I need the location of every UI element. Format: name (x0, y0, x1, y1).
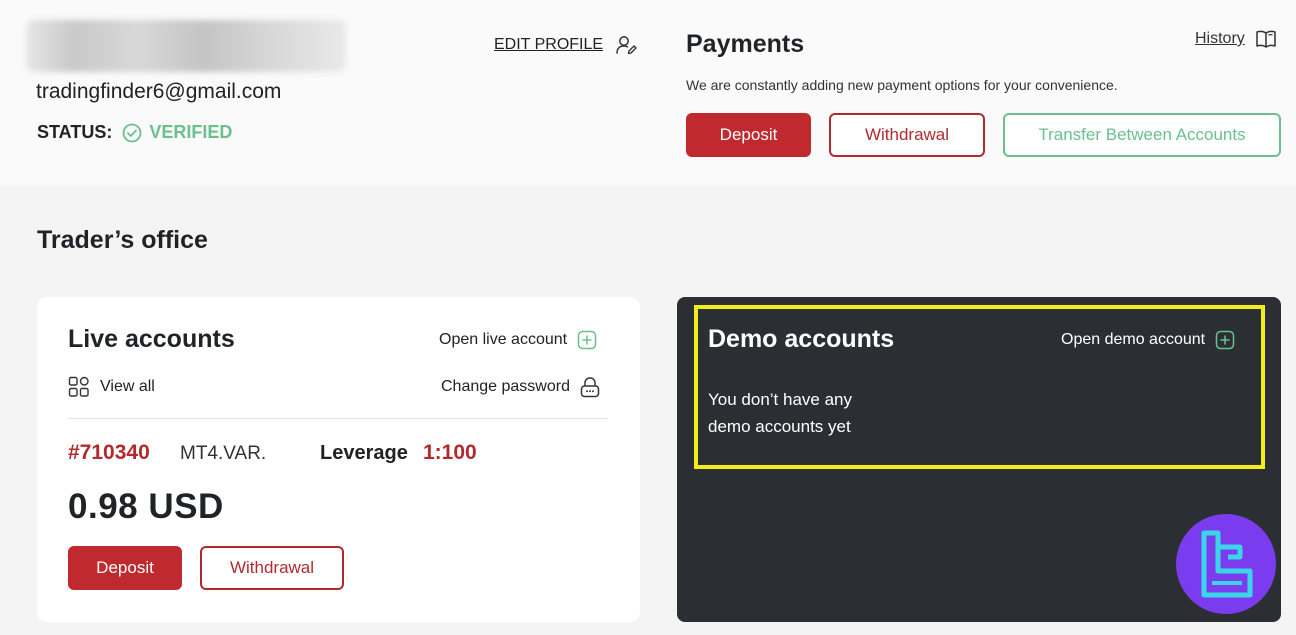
card-divider (68, 418, 608, 419)
user-email: tradingfinder6@gmail.com (36, 80, 282, 103)
payments-title: Payments (686, 30, 805, 58)
demo-empty-line1: You don’t have any (708, 390, 852, 409)
transfer-button[interactable]: Transfer Between Accounts (1003, 113, 1281, 157)
status-value: VERIFIED (149, 122, 233, 142)
live-accounts-card: Live accounts Open live account View all… (37, 297, 640, 622)
edit-profile-link[interactable]: EDIT PROFILE (494, 34, 637, 56)
account-number[interactable]: #710340 (68, 441, 150, 465)
leverage-value: 1:100 (423, 441, 477, 464)
traders-office-title: Trader’s office (37, 226, 208, 254)
check-circle-icon (122, 123, 142, 142)
change-password-label: Change password (441, 378, 570, 395)
blurred-user-name (26, 20, 346, 72)
history-link[interactable]: History (1195, 29, 1277, 49)
change-password-link[interactable]: Change password (441, 376, 600, 398)
profile-header: tradingfinder6@gmail.com STATUS: VERIFIE… (0, 0, 1296, 185)
plus-square-icon (577, 330, 597, 350)
view-all-label: View all (100, 378, 155, 395)
account-status: STATUS: VERIFIED (37, 122, 232, 143)
account-type: MT4.VAR. (180, 443, 267, 464)
demo-accounts-title: Demo accounts (708, 325, 895, 353)
plus-square-icon (1215, 330, 1235, 350)
leverage-label: Leverage (320, 442, 408, 464)
live-accounts-title: Live accounts (68, 325, 235, 353)
view-all-link[interactable]: View all (68, 376, 155, 398)
live-deposit-button[interactable]: Deposit (68, 546, 182, 590)
account-balance: 0.98 USD (68, 487, 224, 526)
tf-logo-icon (1201, 530, 1253, 598)
open-demo-account-label: Open demo account (1061, 331, 1206, 348)
status-label: STATUS: (37, 122, 113, 142)
open-live-account-label: Open live account (439, 331, 568, 348)
demo-empty-line2: demo accounts yet (708, 417, 851, 436)
withdrawal-button[interactable]: Withdrawal (829, 113, 985, 157)
book-icon (1256, 30, 1276, 48)
tradingfinder-logo (1176, 514, 1276, 614)
history-label: History (1195, 30, 1245, 47)
demo-empty-message: You don’t have any demo accounts yet (708, 386, 908, 440)
user-edit-icon (616, 36, 637, 55)
status-badge: VERIFIED (122, 122, 232, 143)
edit-profile-label: EDIT PROFILE (494, 36, 604, 53)
open-demo-account-link[interactable]: Open demo account (1061, 330, 1235, 350)
grid-icon (68, 376, 89, 397)
lock-icon (580, 377, 600, 398)
live-withdrawal-button[interactable]: Withdrawal (200, 546, 344, 590)
open-live-account-link[interactable]: Open live account (439, 330, 597, 350)
payments-subtitle: We are constantly adding new payment opt… (686, 77, 1118, 93)
deposit-button[interactable]: Deposit (686, 113, 811, 157)
